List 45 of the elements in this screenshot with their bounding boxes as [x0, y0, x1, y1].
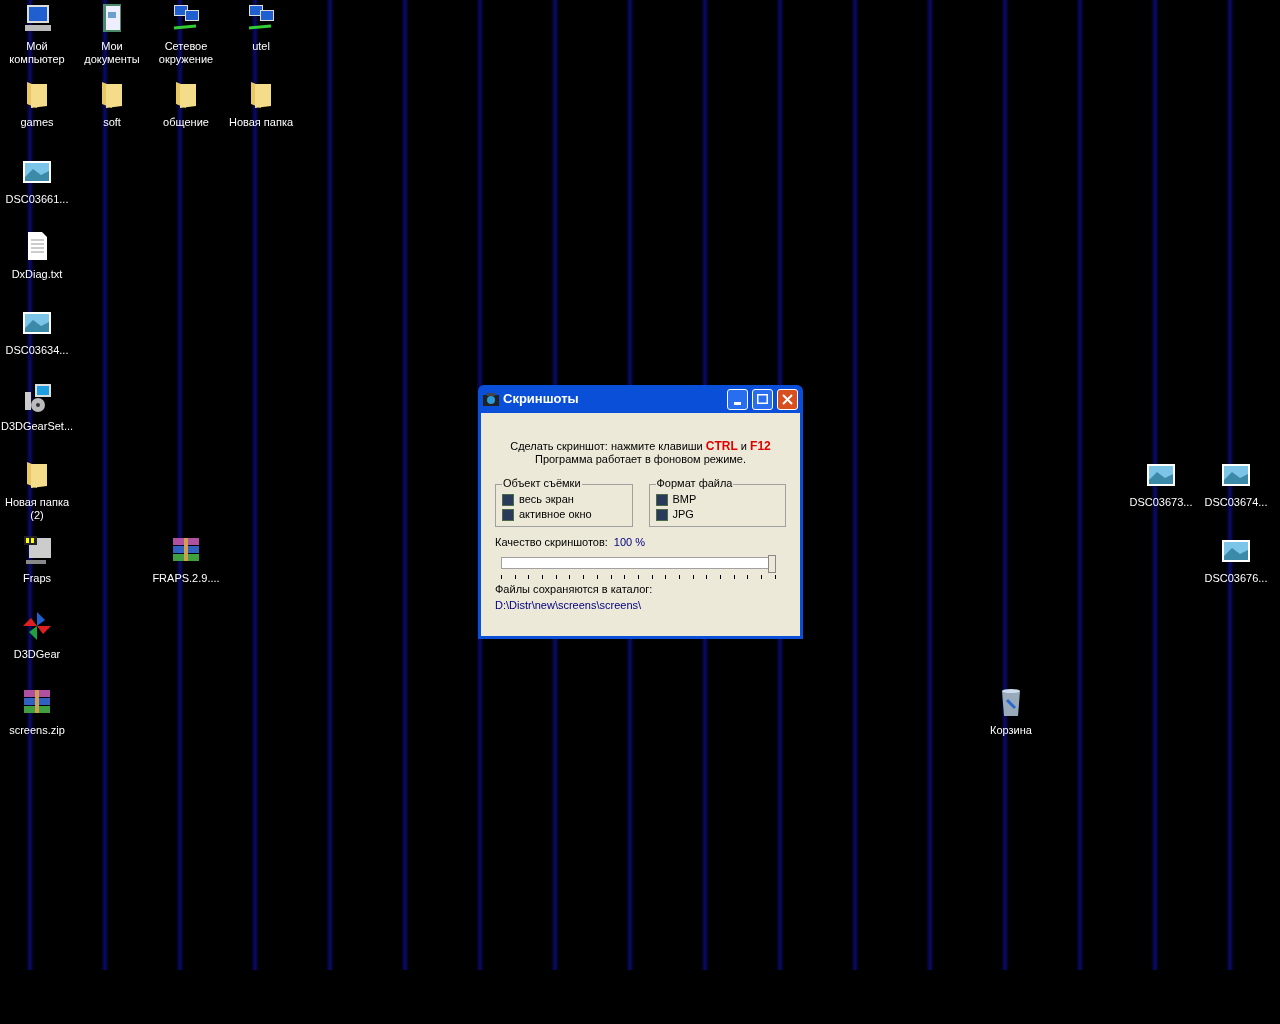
slider-thumb[interactable] [768, 555, 776, 573]
desktop-icon-label[interactable]: screens.zip [9, 724, 65, 737]
maximize-icon [757, 394, 768, 404]
background-mode-text: Программа работает в фоновом режиме. [533, 453, 747, 466]
desktop-icon-label[interactable]: Корзина [990, 724, 1032, 737]
monitor-icon[interactable] [21, 534, 53, 566]
minimize-button[interactable] [727, 388, 748, 410]
desktop-icon-label[interactable]: Мои документы [76, 40, 148, 66]
desktop-icon-label[interactable]: DSC03634... [5, 344, 69, 357]
desktop-icon-label[interactable]: общение [163, 116, 209, 129]
quality-value: 100 % [613, 536, 646, 549]
group-title: Формат файла [655, 477, 734, 490]
radio-option[interactable]: весь экран [502, 493, 632, 506]
desktop-icon-label[interactable]: D3DGear [13, 648, 61, 661]
pinwheel-icon[interactable] [21, 610, 53, 642]
desktop-icon-label[interactable]: DSC03661... [5, 193, 69, 206]
desktop-icon-label[interactable]: DxDiag.txt [11, 268, 63, 281]
desktop-icon-label[interactable]: soft [103, 116, 121, 129]
camera-icon [483, 392, 499, 406]
desktop-icon-label[interactable]: games [20, 116, 54, 129]
quality-slider[interactable] [501, 555, 776, 581]
window-title: Скриншоты [503, 390, 580, 409]
quality-label: Качество скриншотов: [495, 536, 608, 549]
minimize-icon [734, 401, 741, 405]
desktop-icon-label[interactable]: Fraps [22, 572, 52, 585]
radio-option[interactable]: активное окно [502, 508, 632, 521]
desktop-icon-label[interactable]: D3DGearSet... [0, 420, 74, 433]
desktop-icon-label[interactable]: DSC03673... [1129, 496, 1193, 509]
maximize-button[interactable] [752, 388, 773, 410]
desktop-icon-label[interactable]: DSC03674... [1204, 496, 1268, 509]
close-button[interactable] [777, 388, 798, 410]
desktop-icon-label[interactable]: utel [252, 40, 270, 53]
group-title: Объект съёмки [502, 477, 582, 490]
radio-option[interactable]: BMP [655, 493, 785, 506]
close-icon [782, 393, 793, 405]
desktop-icon-label[interactable]: Новая папка [228, 116, 294, 129]
folder-path: D:\Distr\new\screens\screens\ [495, 599, 643, 612]
folder-label: Файлы сохраняются в каталог: [495, 583, 654, 596]
desktop-icon-label[interactable]: Мой компьютер [1, 40, 73, 66]
desktop-icon-label[interactable]: Сетевое окружение [150, 40, 222, 66]
desktop-icon-label[interactable]: FRAPS.2.9.... [152, 572, 220, 585]
desktop-icon-label[interactable]: DSC03676... [1204, 572, 1268, 585]
radio-option[interactable]: JPG [655, 508, 785, 521]
desktop-icon-label[interactable]: Новая папка (2) [1, 496, 73, 522]
hint-text: Сделать скриншот: нажмите клавиши CTRL и F12 [509, 440, 772, 453]
